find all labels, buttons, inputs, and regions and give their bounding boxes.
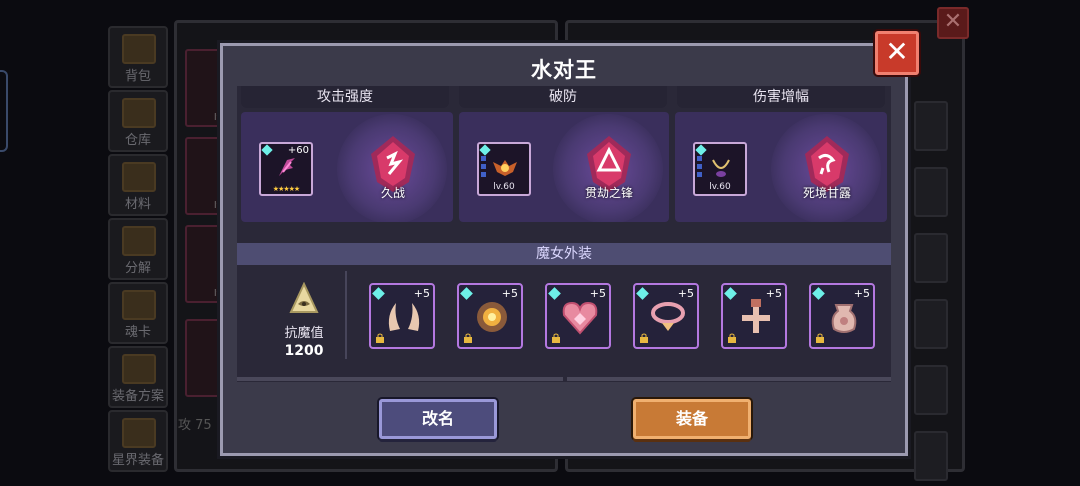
divider: [345, 271, 347, 359]
resist-label: 抗魔值: [284, 326, 324, 341]
stat-block-damage-boost: lv.60 死境甘露: [675, 112, 887, 222]
rune-label: 久战: [380, 186, 405, 200]
necklace-icon: [712, 159, 730, 177]
equip-slot: [914, 167, 948, 217]
gem-icon: [724, 287, 737, 300]
nav-equip-plan: 装备方案: [108, 346, 168, 408]
nav-label: 魂卡: [124, 325, 151, 340]
equip-button[interactable]: 装备: [633, 399, 751, 439]
collar-icon: [651, 302, 685, 331]
nav-label: 分解: [124, 261, 151, 276]
divider: [237, 377, 563, 381]
nav-backpack: 背包: [108, 26, 168, 88]
divider: [567, 377, 891, 381]
stat-header-armor-break: 破防: [459, 86, 667, 108]
close-button[interactable]: ✕: [875, 31, 919, 75]
resist-value: 1200: [284, 343, 324, 359]
gem-icon: [695, 144, 707, 156]
nav-label: 星界装备: [111, 453, 164, 468]
equip-plan-icon: [122, 354, 156, 384]
lock-icon: [376, 333, 384, 343]
background-close-icon: ✕: [937, 7, 969, 39]
rune-label: 死境甘露: [802, 186, 851, 200]
section-title-costume: 魔女外装: [237, 243, 891, 265]
gem-icon: [812, 287, 825, 300]
gem-icon: [636, 287, 649, 300]
equip-slot: [914, 431, 948, 481]
stat-block-armor-break: lv.60 贯劫之锋: [459, 112, 669, 222]
item-level: lv.60: [493, 182, 515, 192]
backpack-icon: [122, 34, 156, 64]
equip-slot: [914, 101, 948, 151]
nav-label: 仓库: [124, 133, 151, 148]
magic-resist-stat: 抗魔值 1200: [259, 276, 349, 376]
weapon-slot[interactable]: +60 ★★★★★: [259, 142, 313, 196]
dialog-content: 攻击强度 破防 伤害增幅 +60 ★★★★★ 久战 lv.60 贯劫之锋 lv.…: [237, 86, 891, 382]
rank-pips: [481, 156, 487, 180]
stat-header-damage-boost: 伤害增幅: [677, 86, 885, 108]
nav-materials: 材料: [108, 154, 168, 216]
costume-slot-collar[interactable]: +5: [633, 283, 699, 349]
stat-header-attack: 攻击强度: [241, 86, 449, 108]
costume-slot-pouch[interactable]: +5: [809, 283, 875, 349]
equip-slot: [914, 299, 948, 349]
heart-icon: [562, 301, 598, 335]
lock-icon: [728, 333, 736, 343]
necklace-slot[interactable]: lv.60: [693, 142, 747, 196]
costume-slot-heart[interactable]: +5: [545, 283, 611, 349]
stat-block-attack: +60 ★★★★★ 久战: [241, 112, 453, 222]
nav-label: 装备方案: [111, 389, 164, 404]
star-rating: ★★★★★: [272, 185, 300, 193]
nav-soul-card: 魂卡: [108, 282, 168, 344]
gem-icon: [460, 287, 473, 300]
costume-slot-badge[interactable]: +5: [457, 283, 523, 349]
gem-icon: [479, 144, 491, 156]
nav-warehouse: 仓库: [108, 90, 168, 152]
materials-icon: [122, 162, 156, 192]
gem-icon: [372, 287, 385, 300]
costume-slot-horns[interactable]: +5: [369, 283, 435, 349]
resist-pyramid-icon: [289, 282, 319, 313]
equip-slot: [914, 233, 948, 283]
accessory-slot[interactable]: lv.60: [477, 142, 531, 196]
nav-label: 材料: [124, 197, 151, 212]
gem-icon: [548, 287, 561, 300]
gear-badge-icon: [477, 302, 507, 332]
nav-label: 背包: [124, 69, 151, 84]
winged-emblem-icon: [493, 160, 517, 176]
dialog-title: 水对王: [531, 58, 597, 82]
lock-icon: [552, 333, 560, 343]
horns-icon: [388, 303, 420, 331]
rune-label: 贯劫之锋: [584, 186, 633, 200]
close-x-icon: ✕: [885, 35, 909, 68]
rename-button[interactable]: 改名: [379, 399, 497, 439]
gem-icon: [261, 144, 273, 156]
soul-card-icon: [122, 290, 156, 320]
lock-icon: [816, 333, 824, 343]
attack-stat: 攻 75: [178, 418, 212, 433]
inventory-nav: 背包 仓库 材料 分解 魂卡 装备方案 星界装备: [108, 26, 172, 474]
stat-headers: 攻击强度 破防 伤害增幅: [237, 86, 891, 108]
pouch-icon: [831, 304, 857, 333]
item-level: lv.60: [709, 182, 731, 192]
nav-astral-equip: 星界装备: [108, 410, 168, 472]
decompose-icon: [122, 226, 156, 256]
lock-icon: [464, 333, 472, 343]
nav-decompose: 分解: [108, 218, 168, 280]
equip-slot: [914, 365, 948, 415]
equipment-plan-dialog: 水对王 ✕ 攻击强度 破防 伤害增幅 +60 ★★★★★ 久战 lv.60 贯劫…: [220, 31, 919, 456]
rank-pips: [697, 156, 703, 180]
side-handle: [0, 70, 8, 152]
scythe-icon: [279, 158, 295, 176]
costume-slot-cross[interactable]: +5: [721, 283, 787, 349]
warehouse-icon: [122, 98, 156, 128]
cross-icon: [742, 299, 770, 333]
astral-equip-icon: [122, 418, 156, 448]
lock-icon: [640, 333, 648, 343]
